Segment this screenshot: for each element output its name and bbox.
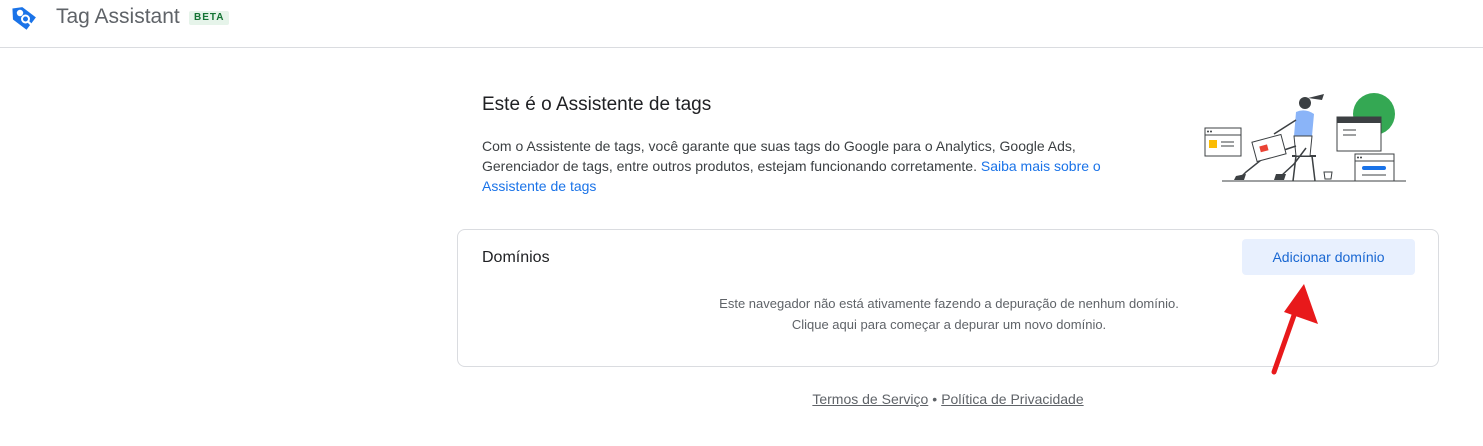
terms-of-service-link[interactable]: Termos de Serviço xyxy=(812,391,928,407)
privacy-policy-link[interactable]: Política de Privacidade xyxy=(941,391,1083,407)
intro-title: Este é o Assistente de tags xyxy=(482,94,712,115)
intro-description: Com o Assistente de tags, você garante q… xyxy=(482,136,1132,196)
beta-badge: BETA xyxy=(189,11,230,25)
footer-separator: • xyxy=(932,391,938,407)
red-arrow-annotation xyxy=(1262,278,1322,378)
app-title[interactable]: Tag Assistant xyxy=(56,5,180,29)
domains-title: Domínios xyxy=(482,249,550,266)
add-domain-button[interactable]: Adicionar domínio xyxy=(1242,239,1415,275)
tag-assistant-icon[interactable] xyxy=(8,3,40,35)
top-app-bar: Tag Assistant BETA xyxy=(0,0,1483,48)
footer: Termos de Serviço • Política de Privacidad… xyxy=(457,391,1439,407)
person-with-browser-windows-illustration xyxy=(1196,86,1410,186)
